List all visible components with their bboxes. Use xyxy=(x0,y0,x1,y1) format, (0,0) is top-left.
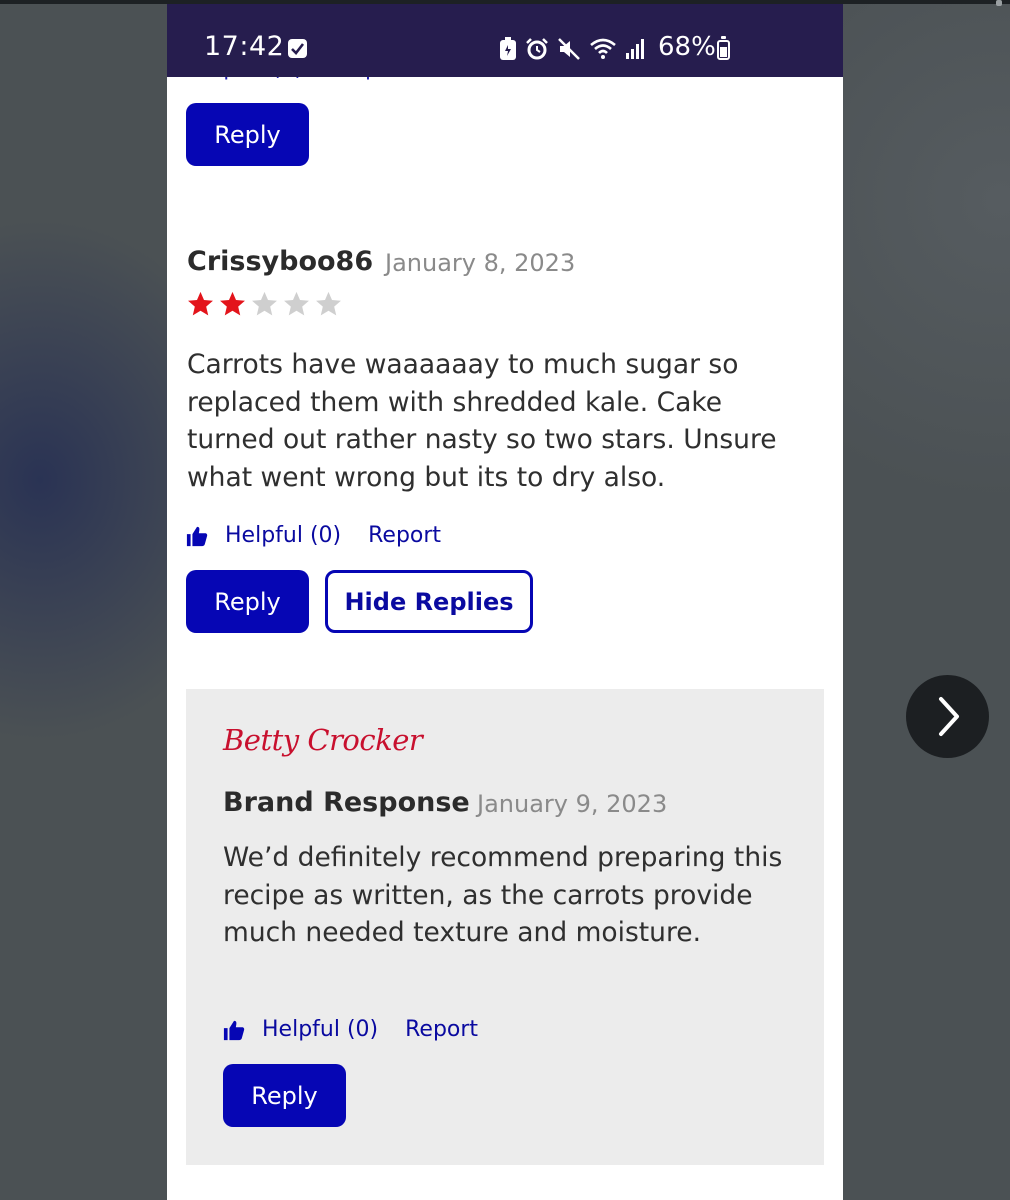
next-image-button[interactable] xyxy=(906,675,989,758)
wifi-icon xyxy=(590,38,616,59)
phone-screenshot: 17:42 68% Helpful (0) Report Reply Criss… xyxy=(167,4,843,1200)
brand-response-actions: Helpful (0) Report xyxy=(223,1017,478,1042)
brand-report-link[interactable]: Report xyxy=(405,1017,478,1042)
star-empty-icon xyxy=(252,291,277,316)
review-date: January 8, 2023 xyxy=(385,249,576,277)
checkbox-icon xyxy=(288,39,307,58)
brand-response-date: January 9, 2023 xyxy=(477,790,668,818)
star-empty-icon xyxy=(284,291,309,316)
thumbs-up-icon[interactable] xyxy=(186,525,208,547)
scroll-indicator xyxy=(996,0,1002,6)
star-filled-icon xyxy=(220,291,245,316)
status-icons xyxy=(499,36,647,62)
review-username: Crissyboo86 xyxy=(187,246,374,277)
brand-reply-button[interactable]: Reply xyxy=(223,1064,346,1127)
reply-button[interactable]: Reply xyxy=(186,570,309,633)
review-text: Carrots have waaaaaay to much sugar so r… xyxy=(187,349,777,493)
star-rating xyxy=(186,290,343,319)
star-filled-icon xyxy=(188,291,213,316)
brand-response-title: Brand Response xyxy=(223,787,470,818)
betty-crocker-logo: Betty Crocker xyxy=(223,723,423,757)
thumbs-up-icon[interactable] xyxy=(223,1019,245,1041)
battery-icon xyxy=(717,36,730,60)
previous-reply-button[interactable]: Reply xyxy=(186,103,309,166)
chevron-right-icon xyxy=(939,697,959,736)
star-empty-icon xyxy=(316,291,341,316)
review-actions: Helpful (0) Report xyxy=(186,523,441,548)
brand-helpful-link[interactable]: Helpful (0) xyxy=(262,1017,378,1042)
signal-icon xyxy=(626,39,644,59)
battery-saver-icon xyxy=(500,37,516,60)
alarm-icon xyxy=(526,38,548,60)
status-bar: 17:42 68% xyxy=(167,4,843,77)
battery-percent: 68% xyxy=(658,32,716,62)
hide-replies-button[interactable]: Hide Replies xyxy=(325,570,533,633)
brand-response-card: Betty Crocker Brand Response January 9, … xyxy=(186,689,824,1165)
brand-response-text: We’d definitely recommend preparing this… xyxy=(223,842,783,948)
helpful-link[interactable]: Helpful (0) xyxy=(225,523,341,548)
mute-icon xyxy=(558,38,580,60)
status-time: 17:42 xyxy=(204,31,285,62)
report-link[interactable]: Report xyxy=(368,523,441,548)
